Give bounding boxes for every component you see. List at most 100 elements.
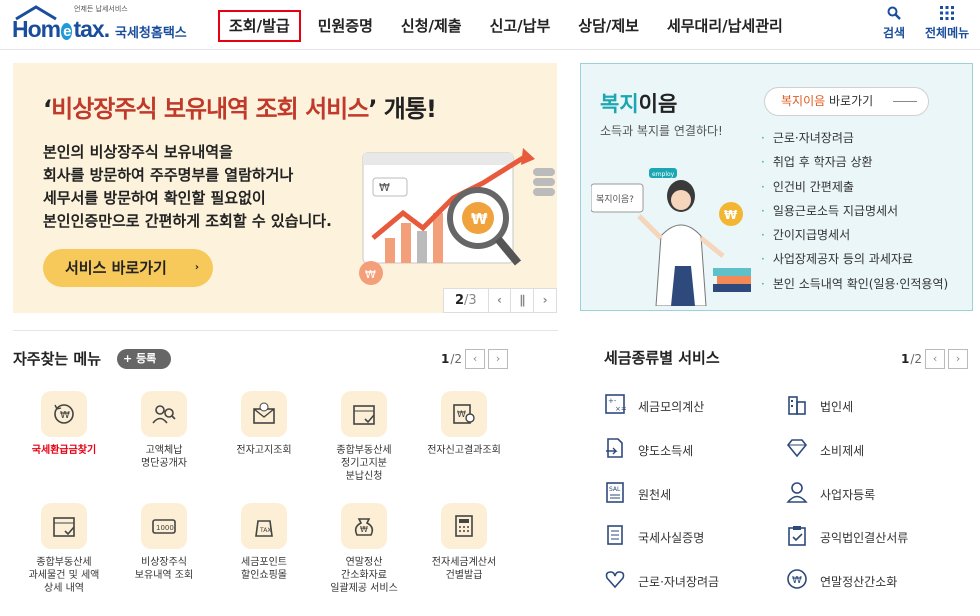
clipboard-check-icon xyxy=(786,524,808,550)
banner-prev-button[interactable]: ‹ xyxy=(487,289,511,312)
people-search-icon xyxy=(141,391,187,437)
svg-text:₩: ₩ xyxy=(365,268,376,281)
frequent-menu-item[interactable]: 전자고지조회 xyxy=(216,391,312,457)
nav-tax-agent[interactable]: 세무대리/납세관리 xyxy=(656,10,794,42)
banner-next-button[interactable]: › xyxy=(533,289,556,312)
frequent-menu-label: 전자고지조회 xyxy=(236,445,292,456)
frequent-menu-label: 비상장주식 보유내역 조회 xyxy=(134,557,194,581)
welfare-woman-illustration: 복지이음? employ ₩ xyxy=(591,168,751,306)
won-search-icon: ₩ xyxy=(441,391,487,437)
frequent-menu-item[interactable]: ₩ 국세환급금찾기 xyxy=(16,391,112,457)
banner-pager: 2/3 ‹ ∥ › xyxy=(443,288,557,313)
all-menu-button[interactable]: 전체메뉴 xyxy=(925,6,969,41)
banner-page-counter: 2/3 xyxy=(454,293,477,308)
tax-service-item[interactable]: 양도소득세 xyxy=(604,437,693,463)
diamond-icon xyxy=(786,437,808,463)
svg-text:₩: ₩ xyxy=(60,410,70,421)
tax-services-next-button[interactable]: › xyxy=(948,349,969,369)
tax-service-label: 원천세 xyxy=(638,487,672,502)
hometax-logo[interactable]: 언제든 납세서비스 Hom e tax. 국세청홈택스 xyxy=(12,4,202,46)
logo-korean: 국세청홈택스 xyxy=(115,26,187,41)
frequent-menu-label: 국세환급금찾기 xyxy=(31,445,97,456)
frequent-menu-item[interactable]: 1000 비상장주식 보유내역 조회 xyxy=(116,503,212,582)
search-button[interactable]: 검색 xyxy=(883,6,905,41)
tax-service-label: 법인세 xyxy=(820,399,854,414)
calculator-icon: +- ×= xyxy=(604,393,627,419)
frequent-menu-item[interactable]: 전자세금계산서 건별발급 xyxy=(416,503,512,582)
tax-service-item[interactable]: 사업자등록 xyxy=(786,481,875,507)
svg-text:SAL: SAL xyxy=(609,486,621,493)
svg-text:TAX: TAX xyxy=(259,527,271,534)
tax-service-item[interactable]: 법인세 xyxy=(786,393,853,419)
tax-service-item[interactable]: 공익법인결산서류 xyxy=(786,524,908,550)
stock-card-icon: 1000 xyxy=(141,503,187,549)
receipt-icon: SAL xyxy=(604,481,626,507)
welfare-shortcut-link[interactable]: 복지이음 바로가기 xyxy=(764,87,929,116)
nav-civil-certificates[interactable]: 민원증명 xyxy=(307,10,384,42)
frequent-menu-label: 종합부동산세 정기고지분 분납신청 xyxy=(336,445,392,482)
svg-text:₩: ₩ xyxy=(360,525,368,534)
promo-banner[interactable]: ‘비상장주식 보유내역 조회 서비스’ 개통! 본인의 비상장주식 보유내역을 … xyxy=(13,63,557,313)
tax-services-pager: 1/2 ‹ › xyxy=(901,349,969,369)
frequent-prev-button[interactable]: ‹ xyxy=(465,349,486,369)
welfare-item[interactable]: · 근로·자녀장려금 xyxy=(761,126,948,150)
svg-text:₩: ₩ xyxy=(457,410,466,420)
tax-service-item[interactable]: ₩ 연말정산간소화 xyxy=(786,568,897,594)
tax-service-item[interactable]: 소비제세 xyxy=(786,437,864,463)
welfare-item[interactable]: · 일용근로소득 지급명세서 xyxy=(761,199,948,223)
section-divider xyxy=(13,330,558,331)
tax-services-title: 세금종류별 서비스 xyxy=(604,349,720,367)
calendar-check-icon xyxy=(41,503,87,549)
frequent-menu-item[interactable]: 종합부동산세 정기고지분 분납신청 xyxy=(316,391,412,483)
svg-text:₩: ₩ xyxy=(792,575,802,586)
welfare-item[interactable]: · 사업장제공자 등의 과세자료 xyxy=(761,247,948,271)
svg-text:₩: ₩ xyxy=(379,181,390,194)
svg-text:+-: +- xyxy=(608,397,617,405)
calculator-doc-icon xyxy=(441,503,487,549)
main-nav: 조회/발급 민원증명 신청/제출 신고/납부 상담/제보 세무대리/납세관리 xyxy=(218,10,800,42)
welfare-item[interactable]: · 취업 후 학자금 상환 xyxy=(761,150,948,174)
frequent-next-button[interactable]: › xyxy=(488,349,509,369)
search-icon xyxy=(887,6,901,20)
welfare-item[interactable]: · 간이지급명세서 xyxy=(761,223,948,247)
won-person-icon: ₩ xyxy=(786,568,808,594)
logo-subtitle: 언제든 납세서비스 xyxy=(74,5,128,13)
grid-menu-icon xyxy=(940,6,955,20)
chevron-right-icon: › xyxy=(194,262,199,273)
welfare-item[interactable]: · 본인 소득내역 확인(일용·인적용역) xyxy=(761,272,948,296)
register-menu-button[interactable]: + 등록 xyxy=(117,349,171,369)
tax-service-label: 세금모의계산 xyxy=(638,399,705,414)
frequent-menu-item[interactable]: TAX 세금포인트 할인쇼핑몰 xyxy=(216,503,312,582)
frequent-menu-label: 종합부동산세 과세물건 및 세액 상세 내역 xyxy=(28,557,100,594)
frequent-menu-item[interactable]: 종합부동산세 과세물건 및 세액 상세 내역 xyxy=(16,503,112,595)
tax-service-item[interactable]: 근로·자녀장려금 xyxy=(604,568,719,594)
svg-text:employ: employ xyxy=(652,171,675,178)
banner-body: 본인의 비상장주식 보유내역을 회사를 방문하여 주주명부를 열람하거나 세무서… xyxy=(43,143,332,230)
welfare-item[interactable]: · 인건비 간편제출 xyxy=(761,175,948,199)
frequent-menu-item[interactable]: ₩ 연말정산 간소화자료 일괄제공 서비스 xyxy=(316,503,412,595)
frequent-menu-label: 전자신고결과조회 xyxy=(427,445,501,456)
person-icon xyxy=(786,481,808,507)
svg-text:복지이음?: 복지이음? xyxy=(596,194,634,205)
building-icon xyxy=(786,393,808,419)
money-bag-icon: ₩ xyxy=(341,503,387,549)
nav-report-pay[interactable]: 신고/납부 xyxy=(479,10,562,42)
tax-service-label: 국세사실증명 xyxy=(638,530,705,545)
tax-service-item[interactable]: +- ×= 세금모의계산 xyxy=(604,393,704,419)
email-notice-icon xyxy=(241,391,287,437)
calendar-check-icon xyxy=(341,391,387,437)
header: 언제든 납세서비스 Hom e tax. 국세청홈택스 조회/발급 민원증명 신청/… xyxy=(0,0,980,50)
service-shortcut-button[interactable]: 서비스 바로가기 › xyxy=(43,249,213,287)
frequent-pager: 1/2 ‹ › xyxy=(441,349,509,369)
banner-pause-button[interactable]: ∥ xyxy=(510,289,533,312)
frequent-menu-item[interactable]: ₩ 전자신고결과조회 xyxy=(416,391,512,457)
nav-consult-report[interactable]: 상담/제보 xyxy=(567,10,650,42)
stock-chart-illustration: ₩ ₩ ₩ xyxy=(359,148,555,285)
nav-apply-submit[interactable]: 신청/제출 xyxy=(390,10,473,42)
frequent-menu-item[interactable]: 고액체납 명단공개자 xyxy=(116,391,212,470)
tax-service-item[interactable]: SAL 원천세 xyxy=(604,481,671,507)
tax-service-item[interactable]: 국세사실증명 xyxy=(604,524,704,550)
tax-services-prev-button[interactable]: ‹ xyxy=(925,349,946,369)
svg-text:×=: ×= xyxy=(615,405,626,413)
nav-inquiry-issue[interactable]: 조회/발급 xyxy=(218,10,301,42)
